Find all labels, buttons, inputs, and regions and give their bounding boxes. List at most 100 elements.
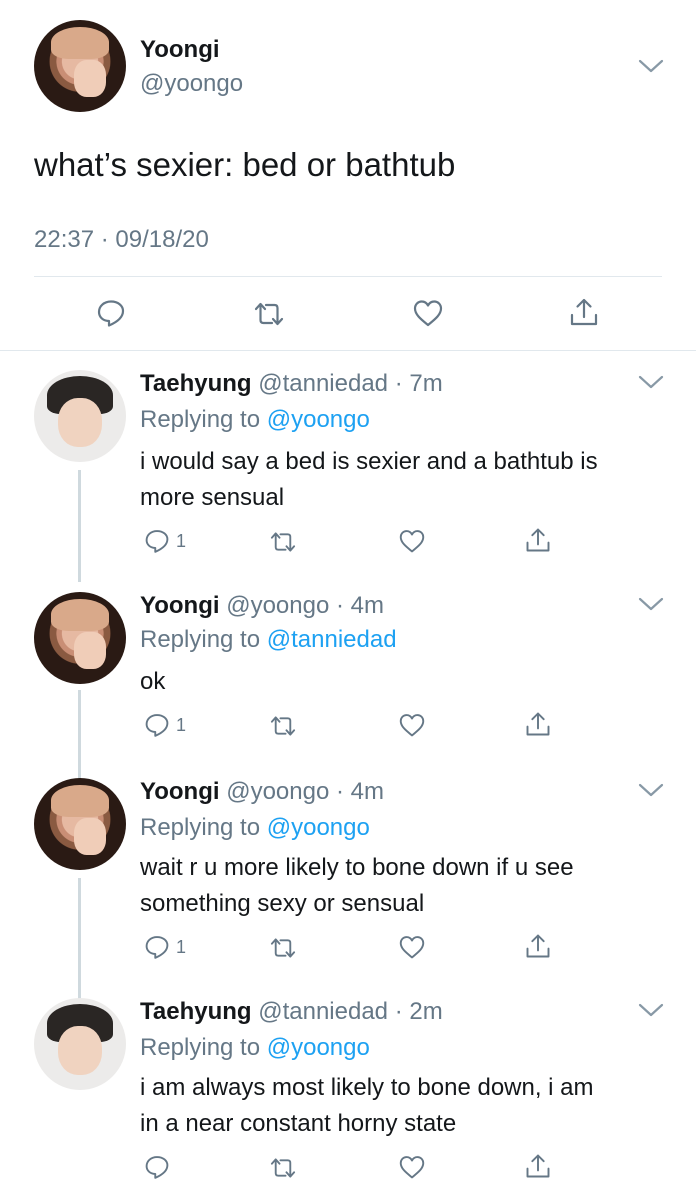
replying-to: Replying to @yoongo <box>140 814 370 842</box>
author-name[interactable]: Yoongi <box>140 592 220 619</box>
retweet-button[interactable] <box>268 530 298 554</box>
author-name[interactable]: Taehyung <box>140 998 252 1025</box>
reply-button[interactable]: 1 <box>144 528 186 554</box>
share-icon <box>526 1154 550 1178</box>
share-button[interactable] <box>524 526 552 554</box>
avatar-taehyung[interactable] <box>34 998 126 1090</box>
tweet-text-line: i am always most likely to bone down, i … <box>140 1074 594 1101</box>
like-button[interactable] <box>398 934 426 960</box>
tweet-text-line: more sensual <box>140 484 285 511</box>
author-name[interactable]: Yoongi <box>140 36 220 64</box>
replying-to: Replying to @yoongo <box>140 1034 370 1062</box>
chevron-down-icon[interactable] <box>638 374 664 390</box>
tweet-timestamp[interactable]: 22:37 · 09/18/20 <box>34 226 209 254</box>
tweet-text: i am always most likely to bone down, i … <box>140 1070 670 1142</box>
share-icon <box>526 528 550 552</box>
reply-icon <box>145 1156 169 1179</box>
like-icon <box>399 936 425 959</box>
mention-link[interactable]: @yoongo <box>267 406 370 433</box>
reply-meta: Taehyung @tanniedad · 2m <box>140 998 443 1026</box>
divider <box>0 350 696 351</box>
like-icon <box>413 300 443 327</box>
reply-count: 1 <box>176 530 187 551</box>
share-button[interactable] <box>568 296 600 328</box>
tweet-text: i would say a bed is sexier and a bathtu… <box>140 444 670 516</box>
mention-link[interactable]: @tanniedad <box>267 626 397 653</box>
reply-meta: Taehyung @tanniedad · 7m <box>140 370 443 398</box>
retweet-button[interactable] <box>268 714 298 738</box>
mention-link[interactable]: @yoongo <box>267 1034 370 1061</box>
author-handle[interactable]: @yoongo <box>140 70 243 98</box>
like-icon <box>399 1156 425 1179</box>
reply-button[interactable]: 1 <box>144 712 186 738</box>
tweet-time: · 4m <box>336 592 384 619</box>
replying-to-label: Replying to <box>140 626 267 653</box>
author-handle[interactable]: @yoongo <box>226 592 329 619</box>
like-button[interactable] <box>398 712 426 738</box>
share-button[interactable] <box>524 1152 552 1180</box>
thread-connector <box>78 470 81 582</box>
share-icon <box>526 934 550 958</box>
mention-link[interactable]: @yoongo <box>267 814 370 841</box>
share-button[interactable] <box>524 932 552 960</box>
tweet-text: ok <box>140 664 670 700</box>
chevron-down-icon[interactable] <box>638 58 664 74</box>
thread-connector <box>78 878 81 1002</box>
share-button[interactable] <box>524 710 552 738</box>
author-handle[interactable]: @tanniedad <box>258 370 388 397</box>
avatar-yoongi[interactable] <box>34 592 126 684</box>
retweet-icon <box>270 532 296 552</box>
reply-count: 1 <box>176 714 187 735</box>
avatar-yoongi[interactable] <box>34 20 126 112</box>
reply-button[interactable] <box>144 1154 176 1180</box>
author-handle[interactable]: @tanniedad <box>258 998 388 1025</box>
like-button[interactable] <box>398 1154 426 1180</box>
share-icon <box>526 712 550 736</box>
replying-to-label: Replying to <box>140 1034 267 1061</box>
chevron-down-icon[interactable] <box>638 1002 664 1018</box>
tweet-text-line: ok <box>140 668 166 695</box>
retweet-button[interactable] <box>268 936 298 960</box>
retweet-button[interactable] <box>268 1156 298 1180</box>
tweet-text-line: wait r u more likely to bone down if u s… <box>140 854 574 881</box>
avatar-yoongi[interactable] <box>34 778 126 870</box>
reply-icon <box>145 530 169 553</box>
tweet-text-line: i would say a bed is sexier and a bathtu… <box>140 448 598 475</box>
like-icon <box>399 530 425 553</box>
replying-to: Replying to @yoongo <box>140 406 370 434</box>
chevron-down-icon[interactable] <box>638 782 664 798</box>
author-handle[interactable]: @yoongo <box>226 778 329 805</box>
tweet-time: · 4m <box>336 778 384 805</box>
share-icon <box>570 298 598 326</box>
like-button[interactable] <box>398 528 426 554</box>
reply-count: 1 <box>176 936 187 957</box>
chevron-down-icon[interactable] <box>638 596 664 612</box>
retweet-button[interactable] <box>252 300 286 328</box>
tweet-text-line: in a near constant horny state <box>140 1110 457 1137</box>
divider <box>34 276 662 277</box>
like-button[interactable] <box>412 298 444 328</box>
retweet-icon <box>254 302 284 326</box>
reply-icon <box>145 936 169 959</box>
author-name[interactable]: Yoongi <box>140 778 220 805</box>
tweet-text-line: something sexy or sensual <box>140 890 425 917</box>
avatar-taehyung[interactable] <box>34 370 126 462</box>
tweet-text: what’s sexier: bed or bathtub <box>34 146 456 183</box>
retweet-icon <box>270 716 296 736</box>
reply-icon <box>145 714 169 737</box>
reply-button[interactable]: 1 <box>144 934 186 960</box>
tweet-time: · 7m <box>394 370 443 397</box>
thread-connector <box>78 690 81 790</box>
tweet-text: wait r u more likely to bone down if u s… <box>140 850 670 922</box>
replying-to: Replying to @tanniedad <box>140 626 397 654</box>
replying-to-label: Replying to <box>140 406 267 433</box>
retweet-icon <box>270 938 296 958</box>
reply-button[interactable] <box>96 298 126 328</box>
replying-to-label: Replying to <box>140 814 267 841</box>
tweet-time: · 2m <box>394 998 443 1025</box>
retweet-icon <box>270 1158 296 1178</box>
like-icon <box>399 714 425 737</box>
reply-meta: Yoongi @yoongo · 4m <box>140 592 384 620</box>
reply-icon <box>97 300 125 327</box>
author-name[interactable]: Taehyung <box>140 370 252 397</box>
